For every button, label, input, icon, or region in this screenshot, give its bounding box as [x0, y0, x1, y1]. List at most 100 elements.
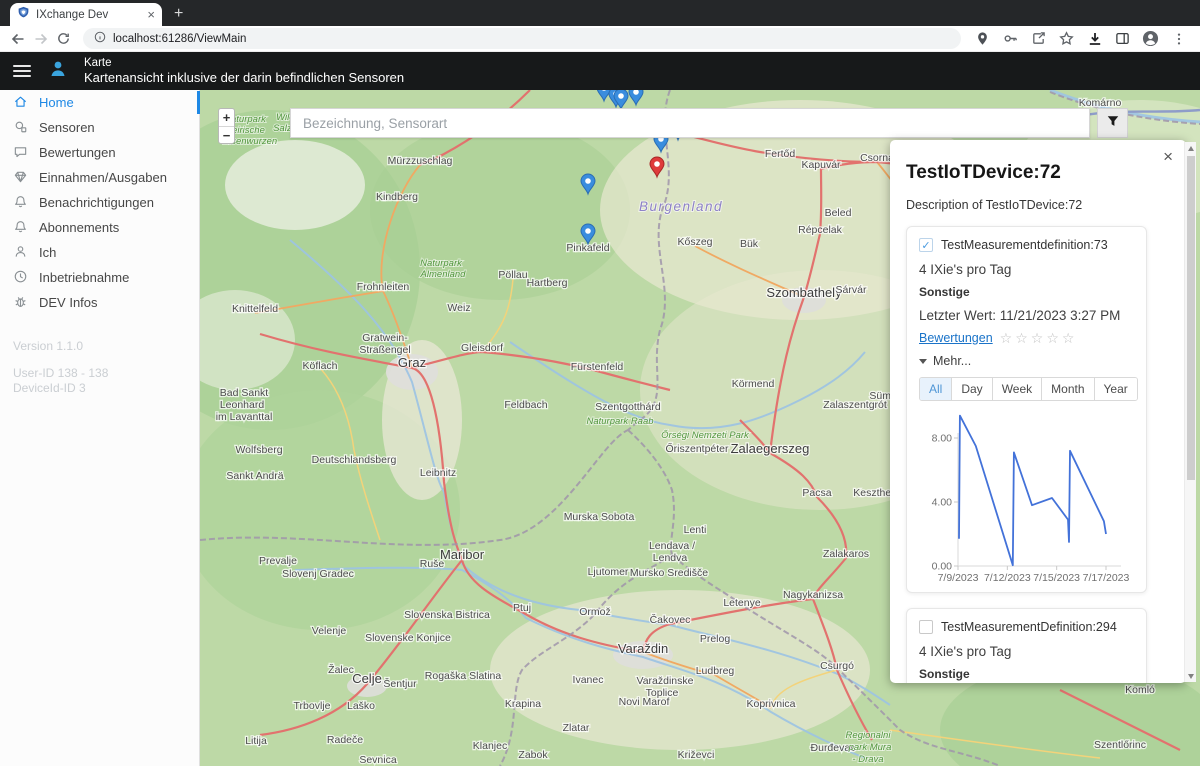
- url-bar[interactable]: localhost:61286/ViewMain: [83, 28, 961, 49]
- map-label: Koprivnica: [746, 698, 795, 710]
- more-expander[interactable]: Mehr...: [919, 354, 1134, 368]
- map-label: Varaždinske: [636, 675, 693, 687]
- map-label: Csurgó: [820, 660, 854, 672]
- key-icon[interactable]: [999, 27, 1022, 50]
- map-label: Klanjec: [473, 740, 507, 752]
- measurement-category: Sonstige: [919, 285, 1134, 299]
- sidebar-item-einnahmen-ausgaben[interactable]: Einnahmen/Ausgaben: [0, 165, 199, 190]
- sidebar-item-label: Inbetriebnahme: [39, 270, 129, 285]
- map-label: Komló: [1125, 684, 1155, 696]
- back-icon[interactable]: [6, 27, 29, 50]
- ratings-link[interactable]: Bewertungen: [919, 331, 993, 345]
- map-label: Wolfsberg: [235, 444, 282, 456]
- tab-year[interactable]: Year: [1094, 378, 1137, 400]
- map-label: Zlatar: [563, 722, 590, 734]
- map-label: Kindberg: [376, 191, 418, 203]
- sidebar-item-abonnements[interactable]: Abonnements: [0, 215, 199, 240]
- panel-scrollbar[interactable]: [1184, 142, 1196, 682]
- sidebar-item-bewertungen[interactable]: Bewertungen: [0, 140, 199, 165]
- sidebar-item-label: Ich: [39, 245, 56, 260]
- svg-text:7/17/2023: 7/17/2023: [1083, 572, 1130, 584]
- browser-tabstrip: IXchange Dev × +: [0, 0, 1200, 26]
- filter-button[interactable]: [1097, 108, 1128, 138]
- map-label: Regionalni: [846, 730, 892, 741]
- checkbox-unchecked-icon[interactable]: [919, 620, 933, 634]
- map-label: Šentjur: [383, 677, 417, 690]
- more-label: Mehr...: [933, 354, 971, 368]
- profile-icon[interactable]: [1139, 27, 1162, 50]
- checkbox-checked-icon[interactable]: ✓: [919, 238, 933, 252]
- map-label: Fertőd: [765, 148, 796, 160]
- sidebar-item-inbetriebnahme[interactable]: Inbetriebnahme: [0, 265, 199, 290]
- zoom-out-button[interactable]: −: [219, 126, 234, 143]
- map-zoom-control: + −: [218, 108, 235, 144]
- map-label: Litija: [245, 735, 267, 747]
- side-panel-icon[interactable]: [1111, 27, 1134, 50]
- map-label: Szombathely: [766, 285, 842, 300]
- map-label: Frohnleiten: [357, 281, 410, 293]
- map-label: Gratwein-: [362, 332, 408, 344]
- map-label: Feldbach: [504, 399, 547, 411]
- menu-dots-icon[interactable]: [1167, 27, 1190, 50]
- map-label: Sárvár: [836, 284, 867, 296]
- tab-week[interactable]: Week: [992, 378, 1041, 400]
- sidebar-item-home[interactable]: Home: [0, 90, 199, 115]
- bell-icon: [13, 219, 28, 237]
- share-icon[interactable]: [1027, 27, 1050, 50]
- download-icon[interactable]: [1083, 27, 1106, 50]
- sidebar-item-benachrichtigungen[interactable]: Benachrichtigungen: [0, 190, 199, 215]
- close-icon[interactable]: ×: [1163, 147, 1173, 167]
- header-titles: Karte Kartenansicht inklusive der darin …: [84, 57, 404, 86]
- map-label: Pöllau: [498, 269, 527, 281]
- info-icon[interactable]: [94, 30, 106, 48]
- scroll-up-icon[interactable]: [1185, 142, 1197, 154]
- sidebar-item-dev-infos[interactable]: DEV Infos: [0, 290, 199, 315]
- sidebar-item-sensoren[interactable]: Sensoren: [0, 115, 199, 140]
- panel-title: TestIoTDevice:72: [906, 162, 1061, 184]
- map-label: Radeče: [327, 734, 363, 746]
- bookmark-star-icon[interactable]: [1055, 27, 1078, 50]
- map-label: Szentgotthárd: [595, 401, 661, 413]
- reload-icon[interactable]: [52, 27, 75, 50]
- url-text[interactable]: localhost:61286/ViewMain: [113, 33, 246, 45]
- tab-all[interactable]: All: [920, 378, 951, 400]
- scroll-down-icon[interactable]: [1185, 670, 1197, 682]
- map-label: Kőszeg: [677, 236, 712, 248]
- menu-icon[interactable]: [13, 65, 31, 77]
- tab-close-icon[interactable]: ×: [147, 8, 155, 21]
- svg-text:7/12/2023: 7/12/2023: [984, 572, 1031, 584]
- browser-toolbar: localhost:61286/ViewMain: [0, 26, 1200, 52]
- map-label: Zalakaros: [823, 548, 869, 560]
- search-input[interactable]: [291, 109, 1089, 137]
- person-icon[interactable]: [48, 59, 68, 84]
- sensors-icon: [13, 119, 28, 137]
- map-label: Prevalje: [259, 555, 297, 567]
- map-label: Naturpark: [420, 258, 463, 269]
- scrollbar-thumb[interactable]: [1187, 156, 1195, 480]
- browser-tab[interactable]: IXchange Dev ×: [10, 3, 162, 26]
- tab-month[interactable]: Month: [1041, 378, 1093, 400]
- sidebar-item-label: Sensoren: [39, 120, 95, 135]
- bug-icon: [13, 294, 28, 312]
- measurement-chart: 0.004.008.007/9/20237/12/20237/15/20237/…: [919, 405, 1155, 590]
- map-label: Slovenj Gradec: [282, 568, 354, 580]
- sidebar-item-ich[interactable]: Ich: [0, 240, 199, 265]
- map-label: Beled: [825, 207, 852, 219]
- tab-day[interactable]: Day: [951, 378, 991, 400]
- zoom-in-button[interactable]: +: [219, 109, 234, 126]
- map-label: Celje: [352, 671, 382, 686]
- app-version: Version 1.1.0: [13, 339, 108, 353]
- star-rating[interactable]: ☆☆☆☆☆: [1000, 331, 1078, 345]
- svg-text:7/9/2023: 7/9/2023: [938, 572, 979, 584]
- sidebar-item-label: Abonnements: [39, 220, 119, 235]
- new-tab-button[interactable]: +: [174, 3, 183, 25]
- device-detail-panel: × TestIoTDevice:72 Description of TestIo…: [890, 140, 1186, 683]
- map-label: Köflach: [302, 360, 337, 372]
- svg-text:8.00: 8.00: [932, 433, 953, 445]
- map-label: Ruše: [420, 558, 445, 570]
- location-icon[interactable]: [971, 27, 994, 50]
- forward-icon[interactable]: [29, 27, 52, 50]
- map-label: Zabok: [518, 749, 548, 761]
- map-label: Novi Marof: [619, 696, 670, 708]
- map-label: Pacsa: [802, 487, 831, 499]
